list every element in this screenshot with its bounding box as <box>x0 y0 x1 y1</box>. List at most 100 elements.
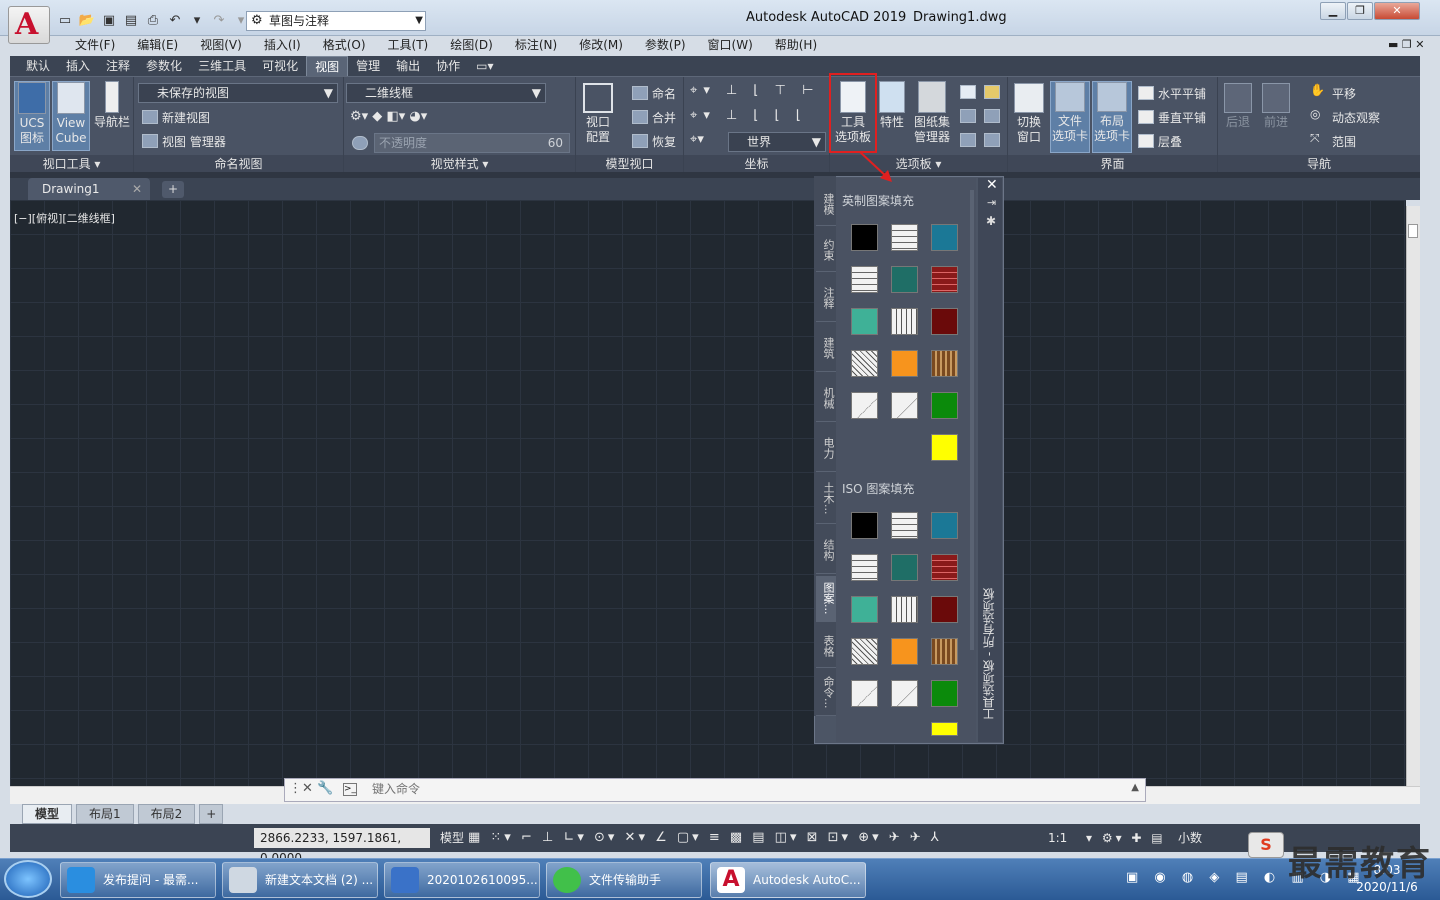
close-icon[interactable]: ✕ <box>132 178 142 200</box>
ribbon-toggle-icon[interactable]: ▭▾ <box>468 56 501 76</box>
layout-tab-layout2[interactable]: 布局2 <box>137 804 196 824</box>
visual-style-tools-icon[interactable]: ⚙▾ ◆ ◧▾ ◕▾ <box>350 109 427 124</box>
tab-default[interactable]: 默认 <box>18 56 58 76</box>
menu-window[interactable]: 窗口(W) <box>697 36 764 56</box>
view-manager-button[interactable]: 视图 管理器 <box>162 133 226 150</box>
palette-tab-annotation[interactable]: 注释 <box>816 274 836 322</box>
tab-annotate[interactable]: 注释 <box>98 56 138 76</box>
undo-dropdown-icon[interactable]: ▾ <box>188 13 206 29</box>
new-view-button[interactable]: 新建视图 <box>162 109 210 126</box>
palette-tab-modeling[interactable]: 建模 <box>816 182 836 226</box>
file-tabs-button[interactable]: 文件 选项卡 <box>1050 81 1090 153</box>
maximize-button[interactable]: ❐ <box>1347 2 1373 20</box>
close-button[interactable]: ✕ <box>1374 2 1420 20</box>
palette-tab-tables[interactable]: 表格 <box>816 624 836 668</box>
palette-tab-electrical[interactable]: 电力 <box>816 424 836 472</box>
restore-viewport-button[interactable]: 恢复 <box>652 133 676 150</box>
ucs-tools-row1-icons[interactable]: ⌖▾ ⊥ ⌊ ⊤ ⊢ <box>690 83 819 98</box>
ucs-icon-button[interactable]: UCS 图标 <box>14 81 50 151</box>
add-layout-button[interactable]: + <box>199 804 224 824</box>
palette-scrollbar[interactable] <box>970 190 974 650</box>
hatch-pattern-swatch-grid[interactable] <box>891 596 918 623</box>
panel-title-visual-styles[interactable]: 视觉样式 ▾ <box>344 155 575 173</box>
palette-tab-commands[interactable]: 命令... <box>816 670 836 716</box>
application-menu-button[interactable]: A <box>8 6 50 44</box>
start-button[interactable] <box>4 860 52 898</box>
undo-icon[interactable]: ↶ <box>166 13 184 29</box>
tab-manage[interactable]: 管理 <box>348 56 388 76</box>
sheetset-manager-button[interactable]: 图纸集 管理器 <box>910 81 954 145</box>
palette-tab-constraints[interactable]: 约束 <box>816 228 836 272</box>
palette-tab-mechanical[interactable]: 机械 <box>816 374 836 422</box>
save-as-icon[interactable]: ▤ <box>122 13 140 29</box>
palette-close-icon[interactable]: ✕ <box>986 177 998 193</box>
solid-fill-swatch-aqua[interactable] <box>851 308 878 335</box>
tile-horizontal-button[interactable]: 水平平铺 <box>1158 85 1206 102</box>
solid-fill-swatch-teal[interactable] <box>931 224 958 251</box>
menu-file[interactable]: 文件(F) <box>64 36 126 56</box>
model-space-button[interactable]: 模型 <box>440 828 464 848</box>
back-button[interactable]: 后退 <box>1220 83 1256 130</box>
tab-parametric[interactable]: 参数化 <box>138 56 190 76</box>
taskbar-item-autocad[interactable]: A Autodesk AutoC... <box>710 862 866 898</box>
chevron-up-icon[interactable]: ▲ <box>1131 782 1139 793</box>
file-tab-drawing1[interactable]: Drawing1 ✕ <box>28 178 150 200</box>
coordinates-display[interactable]: 2866.2233, 1597.1861, 0.0000 <box>254 828 430 865</box>
panel-title-palettes[interactable]: 选项板 ▾ <box>830 155 1007 173</box>
solid-fill-swatch-black[interactable] <box>851 512 878 539</box>
palette-autohide-icon[interactable]: ⇥ <box>987 196 996 209</box>
solid-fill-swatch-green[interactable] <box>931 392 958 419</box>
redo-icon[interactable]: ↷ <box>210 13 228 29</box>
ucs-tools-row3-icon[interactable]: ⌖▾ <box>690 132 704 147</box>
viewcube-button[interactable]: View Cube <box>52 81 90 151</box>
taskbar-item-wechat[interactable]: 文件传输助手 <box>546 862 702 898</box>
solid-fill-swatch-black[interactable] <box>851 224 878 251</box>
hatch-pattern-swatch-brick[interactable] <box>891 224 918 251</box>
palette-tab-civil[interactable]: 土木... <box>816 474 836 524</box>
menu-modify[interactable]: 修改(M) <box>568 36 634 56</box>
tab-output[interactable]: 输出 <box>388 56 428 76</box>
minimize-button[interactable]: ▁ <box>1320 2 1346 20</box>
solid-fill-swatch-yellow[interactable] <box>931 722 958 736</box>
hatch-pattern-swatch-sketch[interactable] <box>891 680 918 707</box>
print-icon[interactable]: ⎙ <box>144 13 162 29</box>
menu-dimension[interactable]: 标注(N) <box>504 36 568 56</box>
tab-insert[interactable]: 插入 <box>58 56 98 76</box>
pan-button[interactable]: 平移 <box>1332 85 1356 102</box>
solid-fill-swatch-green[interactable] <box>931 680 958 707</box>
mdi-controls[interactable]: ▬ ❐ ✕ <box>1388 38 1424 51</box>
hatch-pattern-swatch-brickred[interactable] <box>931 266 958 293</box>
extents-button[interactable]: 范围 <box>1332 133 1356 150</box>
workspace-dropdown[interactable]: ⚙ 草图与注释 ▼ <box>246 11 426 31</box>
ucs-tools-row2-icons[interactable]: ⌖▾ ⊥ ⌊ ⌊ ⌊ <box>690 108 807 123</box>
palette-small-icon-6[interactable] <box>984 133 1000 147</box>
command-history-icon[interactable]: >_ <box>343 783 357 796</box>
solid-fill-swatch-yellow[interactable] <box>931 434 958 461</box>
named-view-combo[interactable]: 未保存的视图 ▼ <box>138 83 338 103</box>
palette-small-icon-3[interactable] <box>960 109 976 123</box>
hatch-pattern-swatch-brick[interactable] <box>851 554 878 581</box>
hatch-pattern-swatch-diag[interactable] <box>851 350 878 377</box>
visual-style-combo[interactable]: 二维线框 ▼ <box>346 83 546 103</box>
tab-view[interactable]: 视图 <box>306 56 349 76</box>
hatch-pattern-swatch-grid[interactable] <box>891 308 918 335</box>
new-tab-button[interactable]: + <box>162 181 184 198</box>
new-icon[interactable]: ▭ <box>56 13 74 29</box>
taskbar-item-word[interactable]: 2020102610095... <box>384 862 540 898</box>
hatch-pattern-swatch-sketch[interactable] <box>851 680 878 707</box>
palette-tab-architectural[interactable]: 建筑 <box>816 324 836 372</box>
command-input[interactable] <box>372 782 1072 796</box>
viewport-controls-label[interactable]: [−][俯视][二维线框] <box>14 210 115 226</box>
hatch-pattern-swatch-brick[interactable] <box>851 266 878 293</box>
palette-small-icon-5[interactable] <box>960 133 976 147</box>
join-viewport-button[interactable]: 合并 <box>652 109 676 126</box>
annotation-scale[interactable]: 1:1 <box>1048 828 1067 848</box>
vertical-scrollbar[interactable] <box>1406 206 1420 786</box>
menu-view[interactable]: 视图(V) <box>189 36 253 56</box>
hatch-pattern-swatch-sketch[interactable] <box>891 392 918 419</box>
palette-small-icon-2[interactable] <box>984 85 1000 99</box>
taskbar-item-browser[interactable]: 发布提问 - 最需... <box>60 862 216 898</box>
solid-fill-swatch-aqua[interactable] <box>851 596 878 623</box>
layout-tab-layout1[interactable]: 布局1 <box>76 804 134 824</box>
solid-fill-swatch-darkteal[interactable] <box>891 266 918 293</box>
